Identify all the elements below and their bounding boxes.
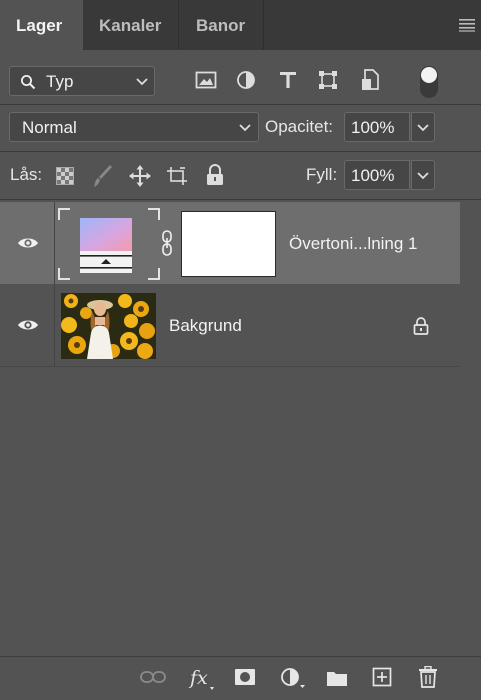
fill-label: Fyll: bbox=[306, 165, 338, 184]
background-image-thumbnail[interactable] bbox=[61, 293, 156, 359]
filter-kind-label: Typ bbox=[46, 72, 74, 91]
filter-type-layers-icon[interactable] bbox=[278, 70, 298, 90]
lock-label: Lås: bbox=[10, 165, 43, 184]
layer-name[interactable]: Bakgrund bbox=[169, 316, 242, 336]
filter-kind-select[interactable]: Typ bbox=[9, 66, 155, 96]
layers-bottom-toolbar: fx bbox=[0, 656, 481, 700]
filter-smart-objects-icon[interactable] bbox=[361, 69, 379, 91]
opacity-dropdown[interactable] bbox=[411, 112, 435, 142]
eye-icon[interactable] bbox=[17, 236, 39, 250]
visibility-toggle[interactable] bbox=[0, 202, 55, 284]
filter-adjustment-layers-icon[interactable] bbox=[236, 70, 256, 90]
divider bbox=[0, 366, 460, 367]
fill-dropdown[interactable] bbox=[411, 160, 435, 190]
filter-toggle-switch[interactable] bbox=[420, 66, 438, 98]
layer-row-background[interactable]: Bakgrund bbox=[0, 284, 460, 366]
lock-all-icon[interactable] bbox=[206, 164, 224, 186]
delete-layer-trash-icon[interactable] bbox=[418, 666, 438, 688]
opacity-label: Opacitet: bbox=[265, 117, 334, 136]
link-layers-icon[interactable] bbox=[140, 670, 166, 684]
tab-paths[interactable]: Banor bbox=[180, 0, 264, 50]
divider bbox=[0, 151, 481, 152]
lock-row: Lås: Fyll: 100% bbox=[0, 160, 481, 192]
panel-tab-bar: Lager Kanaler Banor bbox=[0, 0, 481, 50]
chevron-down-icon bbox=[417, 124, 429, 132]
lock-position-move-icon[interactable] bbox=[129, 165, 151, 187]
filter-pixel-layers-icon[interactable] bbox=[195, 71, 217, 89]
search-icon bbox=[21, 75, 36, 90]
filter-shape-layers-icon[interactable] bbox=[318, 70, 338, 90]
gradient-map-thumbnail[interactable] bbox=[58, 208, 160, 280]
fill-input[interactable]: 100% bbox=[344, 160, 410, 190]
blend-mode-select[interactable]: Normal bbox=[9, 112, 259, 142]
filter-toggle-knob bbox=[421, 67, 437, 83]
layer-lock-icon bbox=[413, 317, 429, 335]
visibility-toggle[interactable] bbox=[0, 284, 55, 366]
lock-image-pixels-brush-icon[interactable] bbox=[93, 164, 113, 188]
chevron-down-icon bbox=[136, 78, 148, 86]
layer-mask-thumbnail[interactable] bbox=[181, 211, 276, 277]
panel-menu-icon[interactable] bbox=[459, 18, 475, 32]
lock-transparent-pixels-icon[interactable] bbox=[56, 167, 74, 185]
chevron-down-icon bbox=[417, 172, 429, 180]
opacity-input[interactable]: 100% bbox=[344, 112, 410, 142]
chain-link-icon[interactable] bbox=[161, 230, 173, 256]
layer-style-fx-icon[interactable]: fx bbox=[188, 666, 216, 692]
divider bbox=[0, 199, 481, 200]
chevron-down-icon bbox=[239, 124, 251, 132]
tab-layers[interactable]: Lager bbox=[0, 0, 83, 50]
divider bbox=[0, 104, 481, 105]
svg-text:fx: fx bbox=[188, 667, 208, 689]
add-mask-icon[interactable] bbox=[234, 668, 256, 686]
eye-icon[interactable] bbox=[17, 318, 39, 332]
layer-name[interactable]: Övertoni...lning 1 bbox=[289, 234, 418, 254]
new-group-folder-icon[interactable] bbox=[326, 669, 348, 687]
layer-row-gradient-map[interactable]: Övertoni...lning 1 bbox=[0, 202, 460, 284]
new-adjustment-layer-icon[interactable] bbox=[280, 667, 306, 689]
blend-mode-label: Normal bbox=[22, 118, 77, 137]
filter-row: Typ bbox=[0, 62, 481, 102]
tab-channels[interactable]: Kanaler bbox=[83, 0, 179, 50]
new-layer-icon[interactable] bbox=[372, 667, 392, 687]
lock-artboard-nesting-icon[interactable] bbox=[166, 165, 188, 187]
blend-row: Normal Opacitet: 100% bbox=[0, 112, 481, 144]
